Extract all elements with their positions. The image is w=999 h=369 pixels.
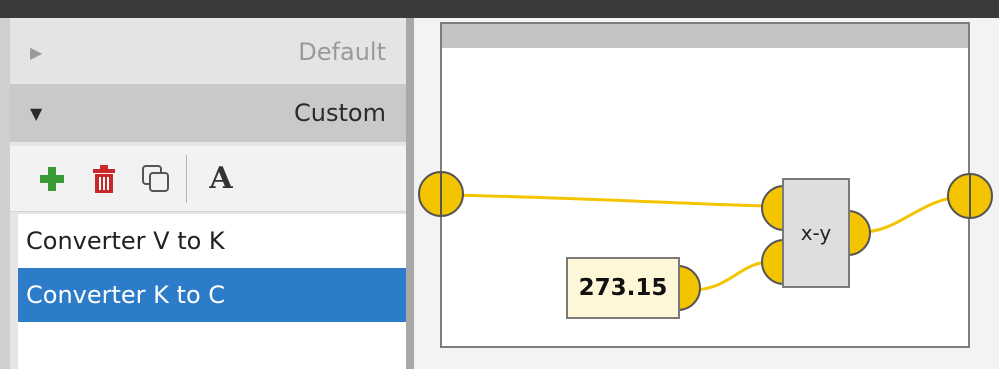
constant-node[interactable]: 273.15 — [566, 257, 680, 319]
wire-input-to-x[interactable] — [447, 193, 771, 208]
wire-constant-to-y[interactable] — [691, 260, 771, 292]
operator-label: x-y — [800, 221, 832, 245]
constant-output-port[interactable] — [677, 264, 701, 312]
graph-output-port-outer[interactable] — [969, 172, 993, 220]
operator-output-port[interactable] — [847, 209, 871, 257]
graph-input-port-outer[interactable] — [418, 170, 442, 218]
x-input-port[interactable] — [761, 184, 785, 232]
subtract-node[interactable]: x-y — [782, 178, 850, 288]
graph-input-port[interactable] — [440, 170, 464, 218]
graph-output-port[interactable] — [947, 172, 971, 220]
y-input-port[interactable] — [761, 238, 785, 286]
constant-value: 273.15 — [578, 275, 668, 301]
